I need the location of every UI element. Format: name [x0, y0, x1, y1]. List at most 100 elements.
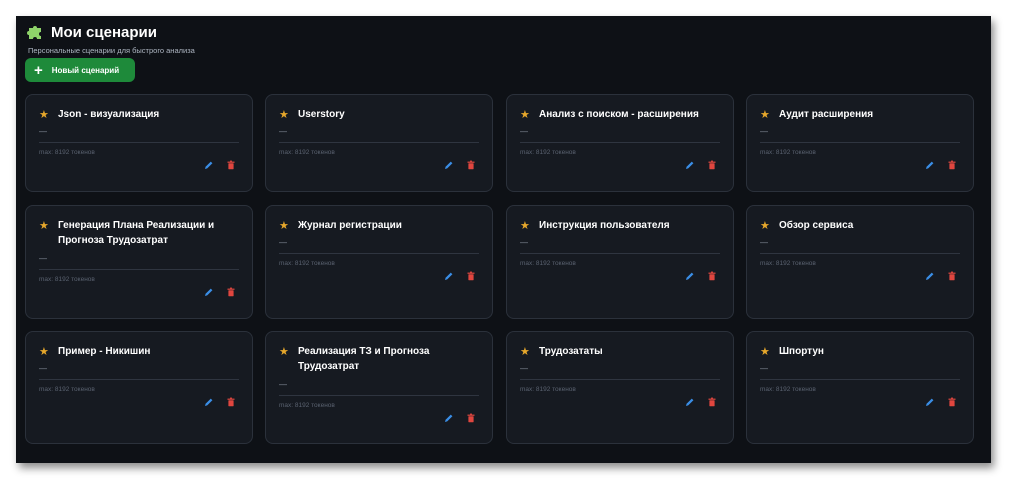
- app-window: Мои сценарии Персональные сценарии для б…: [16, 16, 991, 463]
- trash-icon[interactable]: [466, 413, 476, 423]
- card-body: — max: 8192 токенов: [39, 127, 239, 156]
- card-title: Трудозататы: [539, 346, 603, 357]
- card-title: Реализация ТЗ и Прогноза Трудозатрат: [298, 346, 430, 372]
- star-icon[interactable]: ★: [520, 219, 532, 233]
- scenario-card[interactable]: ★ Пример - Никишин — max: 8192 токенов: [25, 331, 253, 444]
- card-header: ★ Генерация Плана Реализации и Прогноза …: [39, 218, 242, 248]
- card-description: —: [279, 380, 287, 389]
- card-token-limit: max: 8192 токенов: [760, 149, 816, 156]
- card-body: — max: 8192 токенов: [760, 127, 960, 156]
- pencil-icon[interactable]: [925, 271, 935, 281]
- pencil-icon[interactable]: [204, 160, 214, 170]
- card-header: ★ Шпортун: [760, 344, 963, 359]
- trash-icon[interactable]: [707, 271, 717, 281]
- scenario-card[interactable]: ★ Трудозататы — max: 8192 токенов: [506, 331, 734, 444]
- pencil-icon[interactable]: [925, 160, 935, 170]
- card-token-limit: max: 8192 токенов: [279, 260, 335, 267]
- trash-icon[interactable]: [226, 287, 236, 297]
- trash-icon[interactable]: [707, 397, 717, 407]
- trash-icon[interactable]: [226, 397, 236, 407]
- star-icon[interactable]: ★: [39, 108, 51, 122]
- star-icon[interactable]: ★: [520, 345, 532, 359]
- card-title: Обзор сервиса: [779, 220, 854, 231]
- trash-icon[interactable]: [226, 160, 236, 170]
- card-description: —: [760, 127, 768, 136]
- card-header: ★ Аудит расширения: [760, 107, 963, 122]
- pencil-icon[interactable]: [204, 287, 214, 297]
- pencil-icon[interactable]: [685, 397, 695, 407]
- card-divider: [39, 142, 239, 143]
- card-header: ★ Реализация ТЗ и Прогноза Трудозатрат: [279, 344, 482, 374]
- pencil-icon[interactable]: [444, 413, 454, 423]
- card-header: ★ Трудозататы: [520, 344, 723, 359]
- card-divider: [279, 253, 479, 254]
- scenario-card[interactable]: ★ Json - визуализация — max: 8192 токено…: [25, 94, 253, 192]
- card-actions: [925, 397, 957, 407]
- trash-icon[interactable]: [947, 271, 957, 281]
- star-icon[interactable]: ★: [520, 108, 532, 122]
- trash-icon[interactable]: [466, 160, 476, 170]
- trash-icon[interactable]: [947, 160, 957, 170]
- card-divider: [760, 379, 960, 380]
- card-divider: [520, 142, 720, 143]
- trash-icon[interactable]: [947, 397, 957, 407]
- pencil-icon[interactable]: [444, 271, 454, 281]
- card-actions: [444, 160, 476, 170]
- card-token-limit: max: 8192 токенов: [520, 260, 576, 267]
- star-icon[interactable]: ★: [279, 108, 291, 122]
- star-icon[interactable]: ★: [760, 219, 772, 233]
- pencil-icon[interactable]: [444, 160, 454, 170]
- card-body: — max: 8192 токенов: [760, 364, 960, 393]
- scenario-card[interactable]: ★ Инструкция пользователя — max: 8192 то…: [506, 205, 734, 319]
- star-icon[interactable]: ★: [279, 219, 291, 233]
- card-token-limit: max: 8192 токенов: [760, 386, 816, 393]
- pencil-icon[interactable]: [204, 397, 214, 407]
- card-description: —: [279, 127, 287, 136]
- card-token-limit: max: 8192 токенов: [279, 402, 335, 409]
- card-description: —: [39, 127, 47, 136]
- card-title: Инструкция пользователя: [539, 220, 670, 231]
- star-icon[interactable]: ★: [760, 345, 772, 359]
- star-icon[interactable]: ★: [760, 108, 772, 122]
- scenario-grid: ★ Json - визуализация — max: 8192 токено…: [16, 16, 991, 463]
- scenario-card[interactable]: ★ Аудит расширения — max: 8192 токенов: [746, 94, 974, 192]
- pencil-icon[interactable]: [925, 397, 935, 407]
- card-body: — max: 8192 токенов: [760, 238, 960, 267]
- star-icon[interactable]: ★: [39, 345, 51, 359]
- card-title: Журнал регистрации: [298, 220, 402, 231]
- card-divider: [520, 253, 720, 254]
- card-actions: [685, 160, 717, 170]
- card-actions: [444, 271, 476, 281]
- scenario-card[interactable]: ★ Анализ с поиском - расширения — max: 8…: [506, 94, 734, 192]
- card-header: ★ Userstory: [279, 107, 482, 122]
- card-body: — max: 8192 токенов: [520, 364, 720, 393]
- trash-icon[interactable]: [466, 271, 476, 281]
- star-icon[interactable]: ★: [279, 345, 291, 374]
- scenario-card[interactable]: ★ Реализация ТЗ и Прогноза Трудозатрат —…: [265, 331, 493, 444]
- star-icon[interactable]: ★: [39, 219, 51, 248]
- card-description: —: [520, 127, 528, 136]
- pencil-icon[interactable]: [685, 271, 695, 281]
- card-header: ★ Обзор сервиса: [760, 218, 963, 233]
- card-token-limit: max: 8192 токенов: [39, 149, 95, 156]
- scenario-card[interactable]: ★ Журнал регистрации — max: 8192 токенов: [265, 205, 493, 319]
- card-description: —: [39, 364, 47, 373]
- card-divider: [39, 379, 239, 380]
- card-divider: [279, 142, 479, 143]
- card-title: Пример - Никишин: [58, 346, 151, 357]
- card-actions: [925, 160, 957, 170]
- card-header: ★ Анализ с поиском - расширения: [520, 107, 723, 122]
- pencil-icon[interactable]: [685, 160, 695, 170]
- trash-icon[interactable]: [707, 160, 717, 170]
- card-actions: [925, 271, 957, 281]
- card-token-limit: max: 8192 токенов: [520, 149, 576, 156]
- card-title: Json - визуализация: [58, 109, 160, 120]
- card-title: Аудит расширения: [779, 109, 874, 120]
- card-actions: [204, 160, 236, 170]
- card-description: —: [520, 238, 528, 247]
- scenario-card[interactable]: ★ Генерация Плана Реализации и Прогноза …: [25, 205, 253, 319]
- card-body: — max: 8192 токенов: [520, 127, 720, 156]
- scenario-card[interactable]: ★ Шпортун — max: 8192 токенов: [746, 331, 974, 444]
- scenario-card[interactable]: ★ Обзор сервиса — max: 8192 токенов: [746, 205, 974, 319]
- scenario-card[interactable]: ★ Userstory — max: 8192 токенов: [265, 94, 493, 192]
